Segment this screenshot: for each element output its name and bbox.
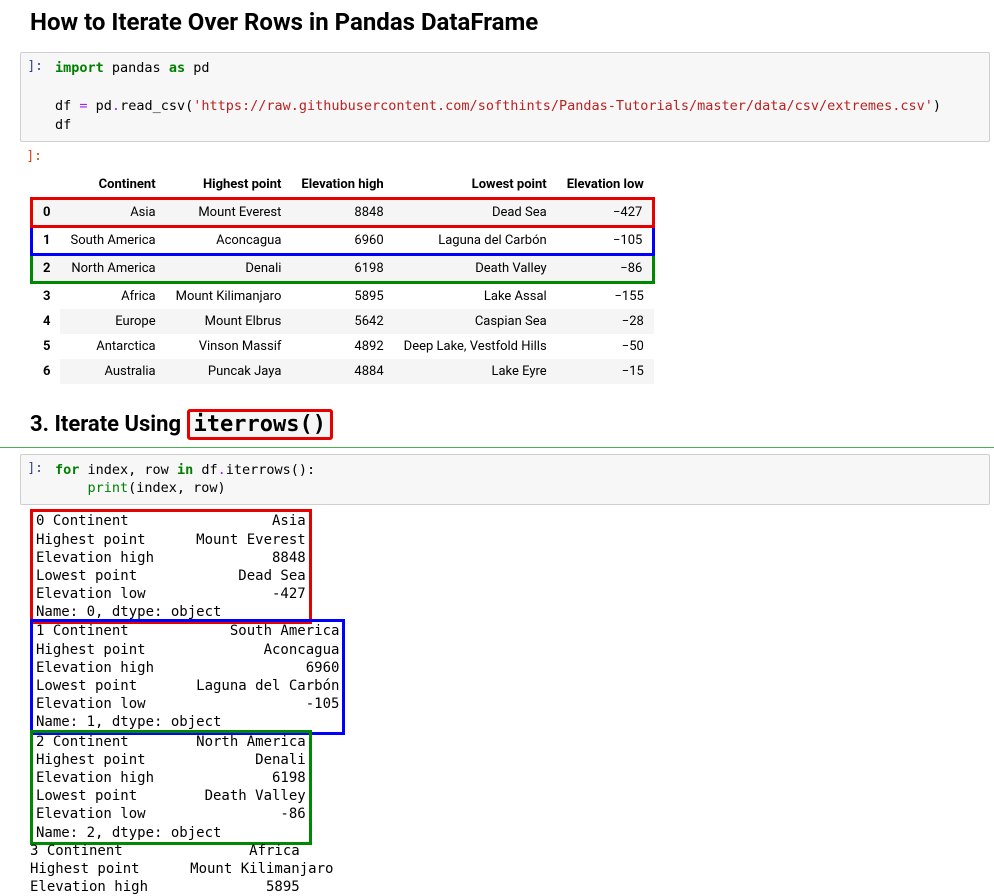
cell: Mount Kilimanjaro — [166, 282, 292, 309]
cell: −427 — [557, 198, 654, 226]
output-block: 3 Continent Africa Highest point Mount K… — [30, 842, 994, 896]
code-indent — [55, 480, 88, 496]
cell: South America — [60, 226, 165, 254]
cell: Mount Everest — [166, 198, 292, 226]
column-header — [32, 172, 61, 199]
cell: Africa — [60, 282, 165, 309]
keyword-as: as — [169, 60, 185, 76]
code-text: df — [55, 98, 79, 114]
output-block-boxed: 0 Continent Asia Highest point Mount Eve… — [30, 509, 312, 624]
code-text: ) — [933, 98, 941, 114]
cell: Laguna del Carbón — [394, 226, 557, 254]
row-index: 5 — [32, 334, 61, 359]
table-row: 1South AmericaAconcagua6960Laguna del Ca… — [32, 226, 654, 254]
output-block-boxed: 2 Continent North America Highest point … — [30, 730, 312, 845]
cell: Lake Assal — [394, 282, 557, 309]
cell: −155 — [557, 282, 654, 309]
cell: −15 — [557, 359, 654, 384]
cell: Caspian Sea — [394, 309, 557, 334]
cell: 8848 — [291, 198, 393, 226]
cell: Lake Eyre — [394, 359, 557, 384]
cell: Mount Elbrus — [166, 309, 292, 334]
cell: 5642 — [291, 309, 393, 334]
cell: North America — [60, 254, 165, 282]
row-index: 3 — [32, 282, 61, 309]
cell: Europe — [60, 309, 165, 334]
code-editor[interactable]: import pandas as pd df = pd.read_csv('ht… — [47, 53, 989, 141]
code-cell-2[interactable]: ]: for index, row in df.iterrows(): prin… — [20, 454, 990, 506]
table-row: 0AsiaMount Everest8848Dead Sea−427 — [32, 198, 654, 226]
keyword-in: in — [177, 462, 193, 478]
cell: 5895 — [291, 282, 393, 309]
operator: = — [79, 98, 95, 114]
cell: −28 — [557, 309, 654, 334]
cell: Deep Lake, Vestfold Hills — [394, 334, 557, 359]
cell: −50 — [557, 334, 654, 359]
table-row: 4EuropeMount Elbrus5642Caspian Sea−28 — [32, 309, 654, 334]
output-block-boxed: 1 Continent South America Highest point … — [30, 619, 345, 734]
table-header-row: ContinentHighest pointElevation highLowe… — [32, 172, 654, 199]
section-code-iterrows: iterrows() — [187, 409, 333, 440]
dataframe-output: ContinentHighest pointElevation highLowe… — [30, 172, 994, 384]
code-text: df — [55, 117, 71, 133]
cell: Death Valley — [394, 254, 557, 282]
operator: . — [218, 462, 226, 478]
cell: Aconcagua — [166, 226, 292, 254]
page-title: How to Iterate Over Rows in Pandas DataF… — [30, 8, 994, 36]
table-row: 2North AmericaDenali6198Death Valley−86 — [32, 254, 654, 282]
row-index: 6 — [32, 359, 61, 384]
string-literal: 'https://raw.githubusercontent.com/softh… — [193, 98, 933, 114]
builtin-print: print — [88, 480, 129, 496]
output-prompt: ]: — [20, 143, 46, 164]
input-prompt: ]: — [21, 455, 47, 505]
row-index: 4 — [32, 309, 61, 334]
cell: Denali — [166, 254, 292, 282]
cell: −86 — [557, 254, 654, 282]
column-header: Elevation low — [557, 172, 654, 199]
stdout-output: 0 Continent Asia Highest point Mount Eve… — [30, 511, 994, 896]
row-index: 2 — [32, 254, 61, 282]
code-text: pandas — [104, 60, 169, 76]
code-text: index, row — [79, 462, 177, 478]
code-cell-1[interactable]: ]: import pandas as pd df = pd.read_csv(… — [20, 52, 990, 142]
column-header: Elevation high — [291, 172, 393, 199]
cell: 4884 — [291, 359, 393, 384]
column-header: Continent — [60, 172, 165, 199]
table-row: 6AustraliaPuncak Jaya4884Lake Eyre−15 — [32, 359, 654, 384]
cell: Antarctica — [60, 334, 165, 359]
output-cell-1: ]: — [20, 142, 990, 164]
code-text: (index, row) — [128, 480, 226, 496]
input-prompt: ]: — [21, 53, 47, 141]
cell: 4892 — [291, 334, 393, 359]
code-text: pd — [96, 98, 112, 114]
cell: Dead Sea — [394, 198, 557, 226]
column-header: Highest point — [166, 172, 292, 199]
cell: −105 — [557, 226, 654, 254]
operator: . — [112, 98, 120, 114]
code-text: iterrows(): — [226, 462, 315, 478]
cell: 6198 — [291, 254, 393, 282]
table-row: 5AntarcticaVinson Massif4892Deep Lake, V… — [32, 334, 654, 359]
keyword-import: import — [55, 60, 104, 76]
code-text: df — [193, 462, 217, 478]
code-text: pd — [185, 60, 209, 76]
cell: 6960 — [291, 226, 393, 254]
keyword-for: for — [55, 462, 79, 478]
cell: Asia — [60, 198, 165, 226]
cell: Vinson Massif — [166, 334, 292, 359]
row-index: 0 — [32, 198, 61, 226]
section-prefix: 3. Iterate Using — [30, 412, 187, 437]
column-header: Lowest point — [394, 172, 557, 199]
table-row: 3AfricaMount Kilimanjaro5895Lake Assal−1… — [32, 282, 654, 309]
code-editor[interactable]: for index, row in df.iterrows(): print(i… — [47, 455, 989, 505]
cell: Australia — [60, 359, 165, 384]
section-heading-3: 3. Iterate Using iterrows() — [30, 412, 994, 437]
row-index: 1 — [32, 226, 61, 254]
code-text: read_csv( — [120, 98, 193, 114]
section-divider — [0, 447, 994, 448]
cell: Puncak Jaya — [166, 359, 292, 384]
dataframe-table: ContinentHighest pointElevation highLowe… — [30, 172, 655, 384]
